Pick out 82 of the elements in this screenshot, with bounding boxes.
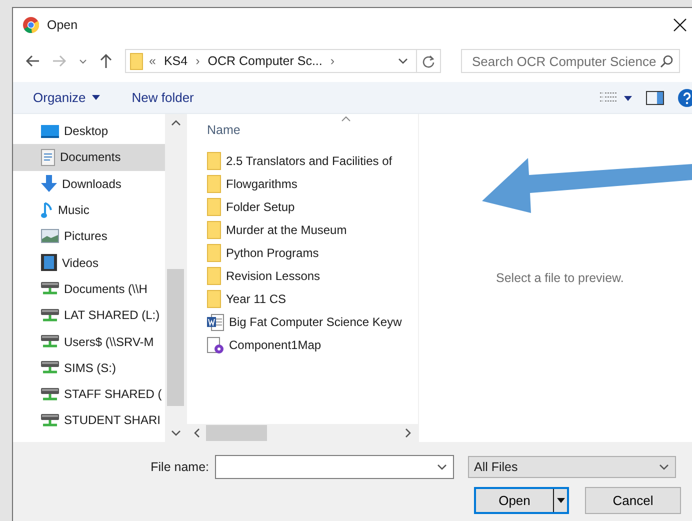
address-bar[interactable]: « KS4 › OCR Computer Sc... › [125,49,441,73]
chevron-down-icon [398,58,408,64]
scroll-up-icon [170,120,181,126]
file-item[interactable]: Component1Map [187,334,418,357]
folder-icon [207,198,221,216]
navigation-item[interactable]: STUDENT SHARI [13,407,166,434]
navigation-item[interactable]: LAT SHARED (L:) [13,302,166,328]
file-item[interactable]: Revision Lessons [187,264,418,288]
navigation-item[interactable]: Pictures [13,223,166,250]
navigation-item[interactable]: STAFF SHARED ( [13,380,166,408]
network-drive-icon [41,386,59,402]
network-drive-icon [41,334,59,350]
refresh-icon[interactable] [422,54,435,68]
file-item[interactable]: Murder at the Museum [187,218,418,242]
network-drive-icon [41,360,59,376]
caret-icon [556,498,564,503]
file-type-dropdown[interactable]: All Files [468,456,676,478]
network-drive-icon [41,281,59,296]
file-name-label: File name: [150,460,210,474]
forward-arrow-icon [53,55,67,67]
file-item[interactable]: Flowgarithms [187,172,418,196]
monitor-icon [41,124,59,138]
document-gear-icon [207,336,224,354]
navigation-item[interactable]: SIMS (S:) [13,354,166,381]
navigation-item[interactable]: Users$ (\\SRV-M [13,328,166,355]
folder-icon [207,152,221,170]
breadcrumb[interactable]: KS4 [164,54,188,68]
folder-icon [207,220,221,239]
name-column-header[interactable]: Name [207,123,240,137]
file-item[interactable]: 2.5 Translators and Facilities of [187,149,418,172]
film-icon [41,254,57,272]
navigation-item[interactable]: Downloads [13,170,166,197]
view-options-icon[interactable] [600,92,632,104]
help-icon[interactable] [678,88,692,106]
window-title: Open [47,18,79,32]
chevron-down-icon [79,58,87,64]
new-folder-button[interactable]: New folder [132,90,194,105]
folder-icon [207,174,221,193]
file-item[interactable]: Big Fat Computer Science Keyw [187,310,418,334]
breadcrumb-separator: › [330,54,335,68]
close-icon [673,18,687,32]
vertical-scrollbar[interactable] [165,114,186,442]
folder-icon [130,52,143,70]
document-icon [41,148,55,166]
caret-icon [92,95,100,100]
preview-pane-icon[interactable] [646,90,664,104]
navigation-item[interactable]: Videos [13,249,166,276]
sort-caret-icon [341,116,351,122]
back-arrow-icon [25,55,39,67]
organize-button[interactable]: Organize [33,90,100,105]
network-drive-icon [41,412,59,428]
word-document-icon [207,314,224,331]
navigation-item[interactable]: Documents (\\H [13,276,166,302]
search-field[interactable]: Search OCR Computer Science [461,49,680,73]
search-icon [660,54,673,68]
navigation-item[interactable]: Documents [13,144,166,171]
file-item[interactable]: Folder Setup [187,195,418,218]
folder-icon [207,267,221,286]
preview-message: Select a file to preview. [496,271,624,285]
up-arrow-icon [100,54,112,68]
file-item[interactable]: Python Programs [187,241,418,264]
download-arrow-icon [41,175,57,192]
folder-icon [207,290,221,308]
breadcrumb-separator: « [149,54,156,68]
file-item[interactable]: Year 11 CS [187,288,418,311]
picture-icon [41,229,59,244]
navigation-item[interactable]: Desktop [13,118,166,144]
scroll-down-icon [170,430,181,436]
scroll-right-icon [405,428,411,438]
browser-logo-icon [23,16,39,32]
cancel-button[interactable]: Cancel [585,487,681,514]
music-note-icon [41,202,53,219]
chevron-down-icon [659,464,669,470]
file-name-field[interactable] [215,455,454,479]
folder-icon [207,244,221,262]
navigation-item[interactable]: Music [13,196,166,224]
breadcrumb[interactable]: OCR Computer Sc... [208,54,322,68]
breadcrumb-separator: › [196,54,200,68]
scroll-left-icon [194,428,200,438]
open-button[interactable]: Open [474,487,569,514]
chevron-down-icon [437,464,447,470]
network-drive-icon [41,308,59,323]
